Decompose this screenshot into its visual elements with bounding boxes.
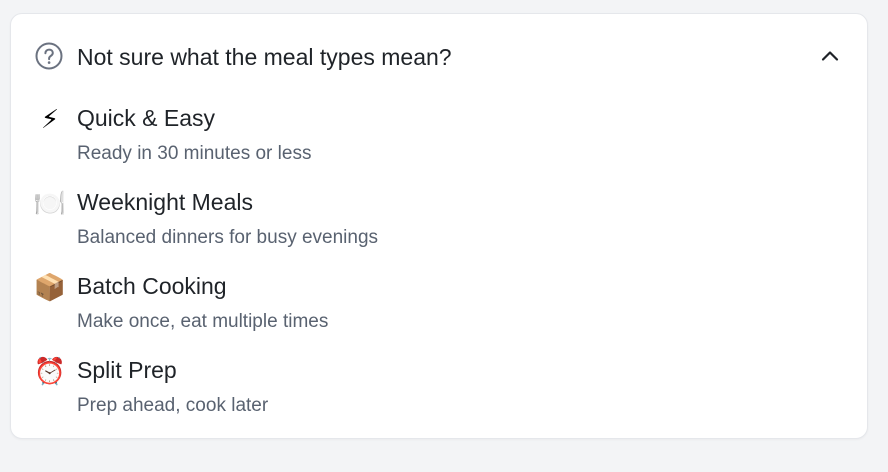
chevron-up-icon[interactable] bbox=[820, 46, 840, 66]
meal-type-item-weeknight-meals: 🍽️ Weeknight Meals Balanced dinners for … bbox=[11, 186, 867, 262]
meal-type-title: Split Prep bbox=[77, 357, 177, 383]
meal-type-description: Ready in 30 minutes or less bbox=[77, 143, 312, 164]
meal-type-title: Batch Cooking bbox=[77, 273, 227, 299]
meal-type-description: Balanced dinners for busy evenings bbox=[77, 227, 379, 248]
meal-types-help-toggle[interactable]: Not sure what the meal types mean? bbox=[11, 14, 867, 98]
meal-type-item-quick-easy: ⚡ Quick & Easy Ready in 30 minutes or le… bbox=[11, 102, 867, 178]
plate-icon: 🍽️ bbox=[33, 188, 67, 218]
alarm-clock-icon: ⏰ bbox=[33, 356, 67, 386]
meal-type-item-split-prep: ⏰ Split Prep Prep ahead, cook later bbox=[11, 354, 867, 430]
meal-type-description: Make once, eat multiple times bbox=[77, 311, 329, 332]
meal-type-item-batch-cooking: 📦 Batch Cooking Make once, eat multiple … bbox=[11, 270, 867, 346]
question-circle-icon bbox=[35, 42, 63, 70]
meal-type-title: Quick & Easy bbox=[77, 105, 216, 131]
meal-type-description: Prep ahead, cook later bbox=[77, 395, 269, 416]
lightning-icon: ⚡ bbox=[40, 104, 60, 134]
meal-type-title: Weeknight Meals bbox=[77, 189, 253, 215]
meal-types-help-card: Not sure what the meal types mean? ⚡ Qui… bbox=[10, 13, 868, 439]
help-question-text: Not sure what the meal types mean? bbox=[77, 44, 452, 70]
package-icon: 📦 bbox=[33, 272, 67, 302]
